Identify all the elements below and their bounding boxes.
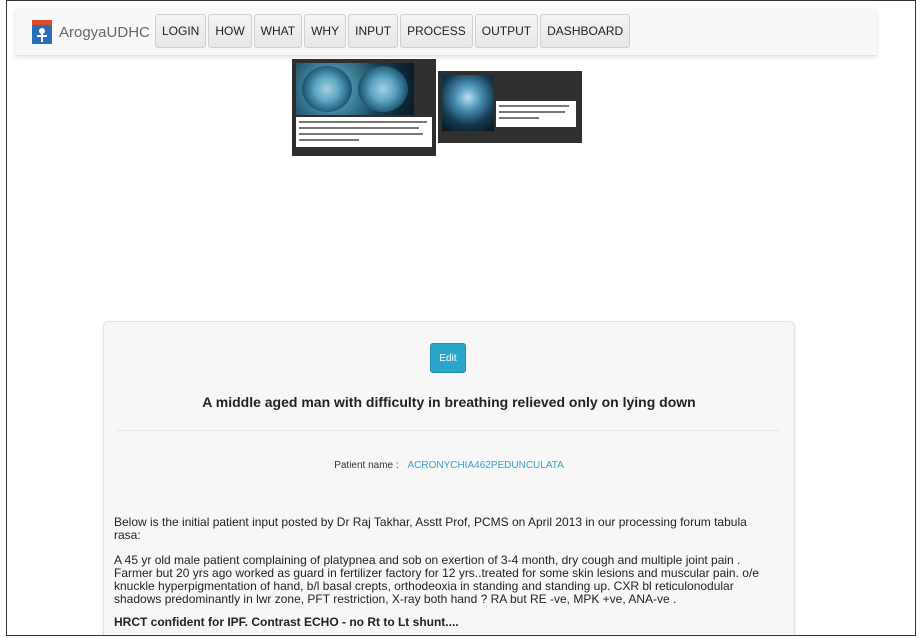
patient-name-link[interactable]: ACRONYCHIA462PEDUNCULATA [407, 460, 563, 471]
divider [116, 430, 780, 431]
case-title: A middle aged man with difficulty in bre… [202, 394, 696, 410]
echo-caption [496, 101, 576, 127]
echo-image [442, 75, 494, 131]
brand-name: ArogyaUDHC [59, 23, 150, 41]
ct-scan-thumbnail[interactable] [292, 59, 436, 156]
page-frame: ArogyaUDHC LOGIN HOW WHAT WHY INPUT PROC… [6, 0, 916, 636]
nav-process[interactable]: PROCESS [400, 14, 473, 48]
edit-button[interactable]: Edit [430, 343, 466, 373]
patient-name-label: Patient name : [334, 460, 399, 471]
navbar: ArogyaUDHC LOGIN HOW WHAT WHY INPUT PROC… [15, 9, 877, 56]
hrct-note: HRCT confident for IPF. Contrast ECHO - … [114, 615, 459, 629]
nav-output[interactable]: OUTPUT [474, 14, 539, 48]
nav-what[interactable]: WHAT [253, 14, 303, 48]
nav-login[interactable]: LOGIN [155, 14, 207, 48]
echo-thumbnail[interactable] [438, 71, 582, 143]
nav-dashboard[interactable]: DASHBOARD [540, 14, 631, 48]
nav-input[interactable]: INPUT [348, 14, 399, 48]
nav-how[interactable]: HOW [208, 14, 252, 48]
brand[interactable]: ArogyaUDHC [31, 19, 150, 45]
case-intro: Below is the initial patient input poste… [114, 515, 747, 542]
nav-why[interactable]: WHY [304, 14, 347, 48]
nav-menu: LOGIN HOW WHAT WHY INPUT PROCESS OUTPUT … [155, 14, 632, 48]
case-card: Edit A middle aged man with difficulty i… [103, 321, 795, 635]
case-description: A 45 yr old male patient complaining of … [114, 553, 759, 606]
patient-name-row: Patient name : ACRONYCHIA462PEDUNCULATA [104, 460, 794, 471]
ct-scan-image [296, 63, 414, 115]
arogya-logo-icon [31, 19, 53, 45]
ct-scan-caption [296, 117, 432, 147]
